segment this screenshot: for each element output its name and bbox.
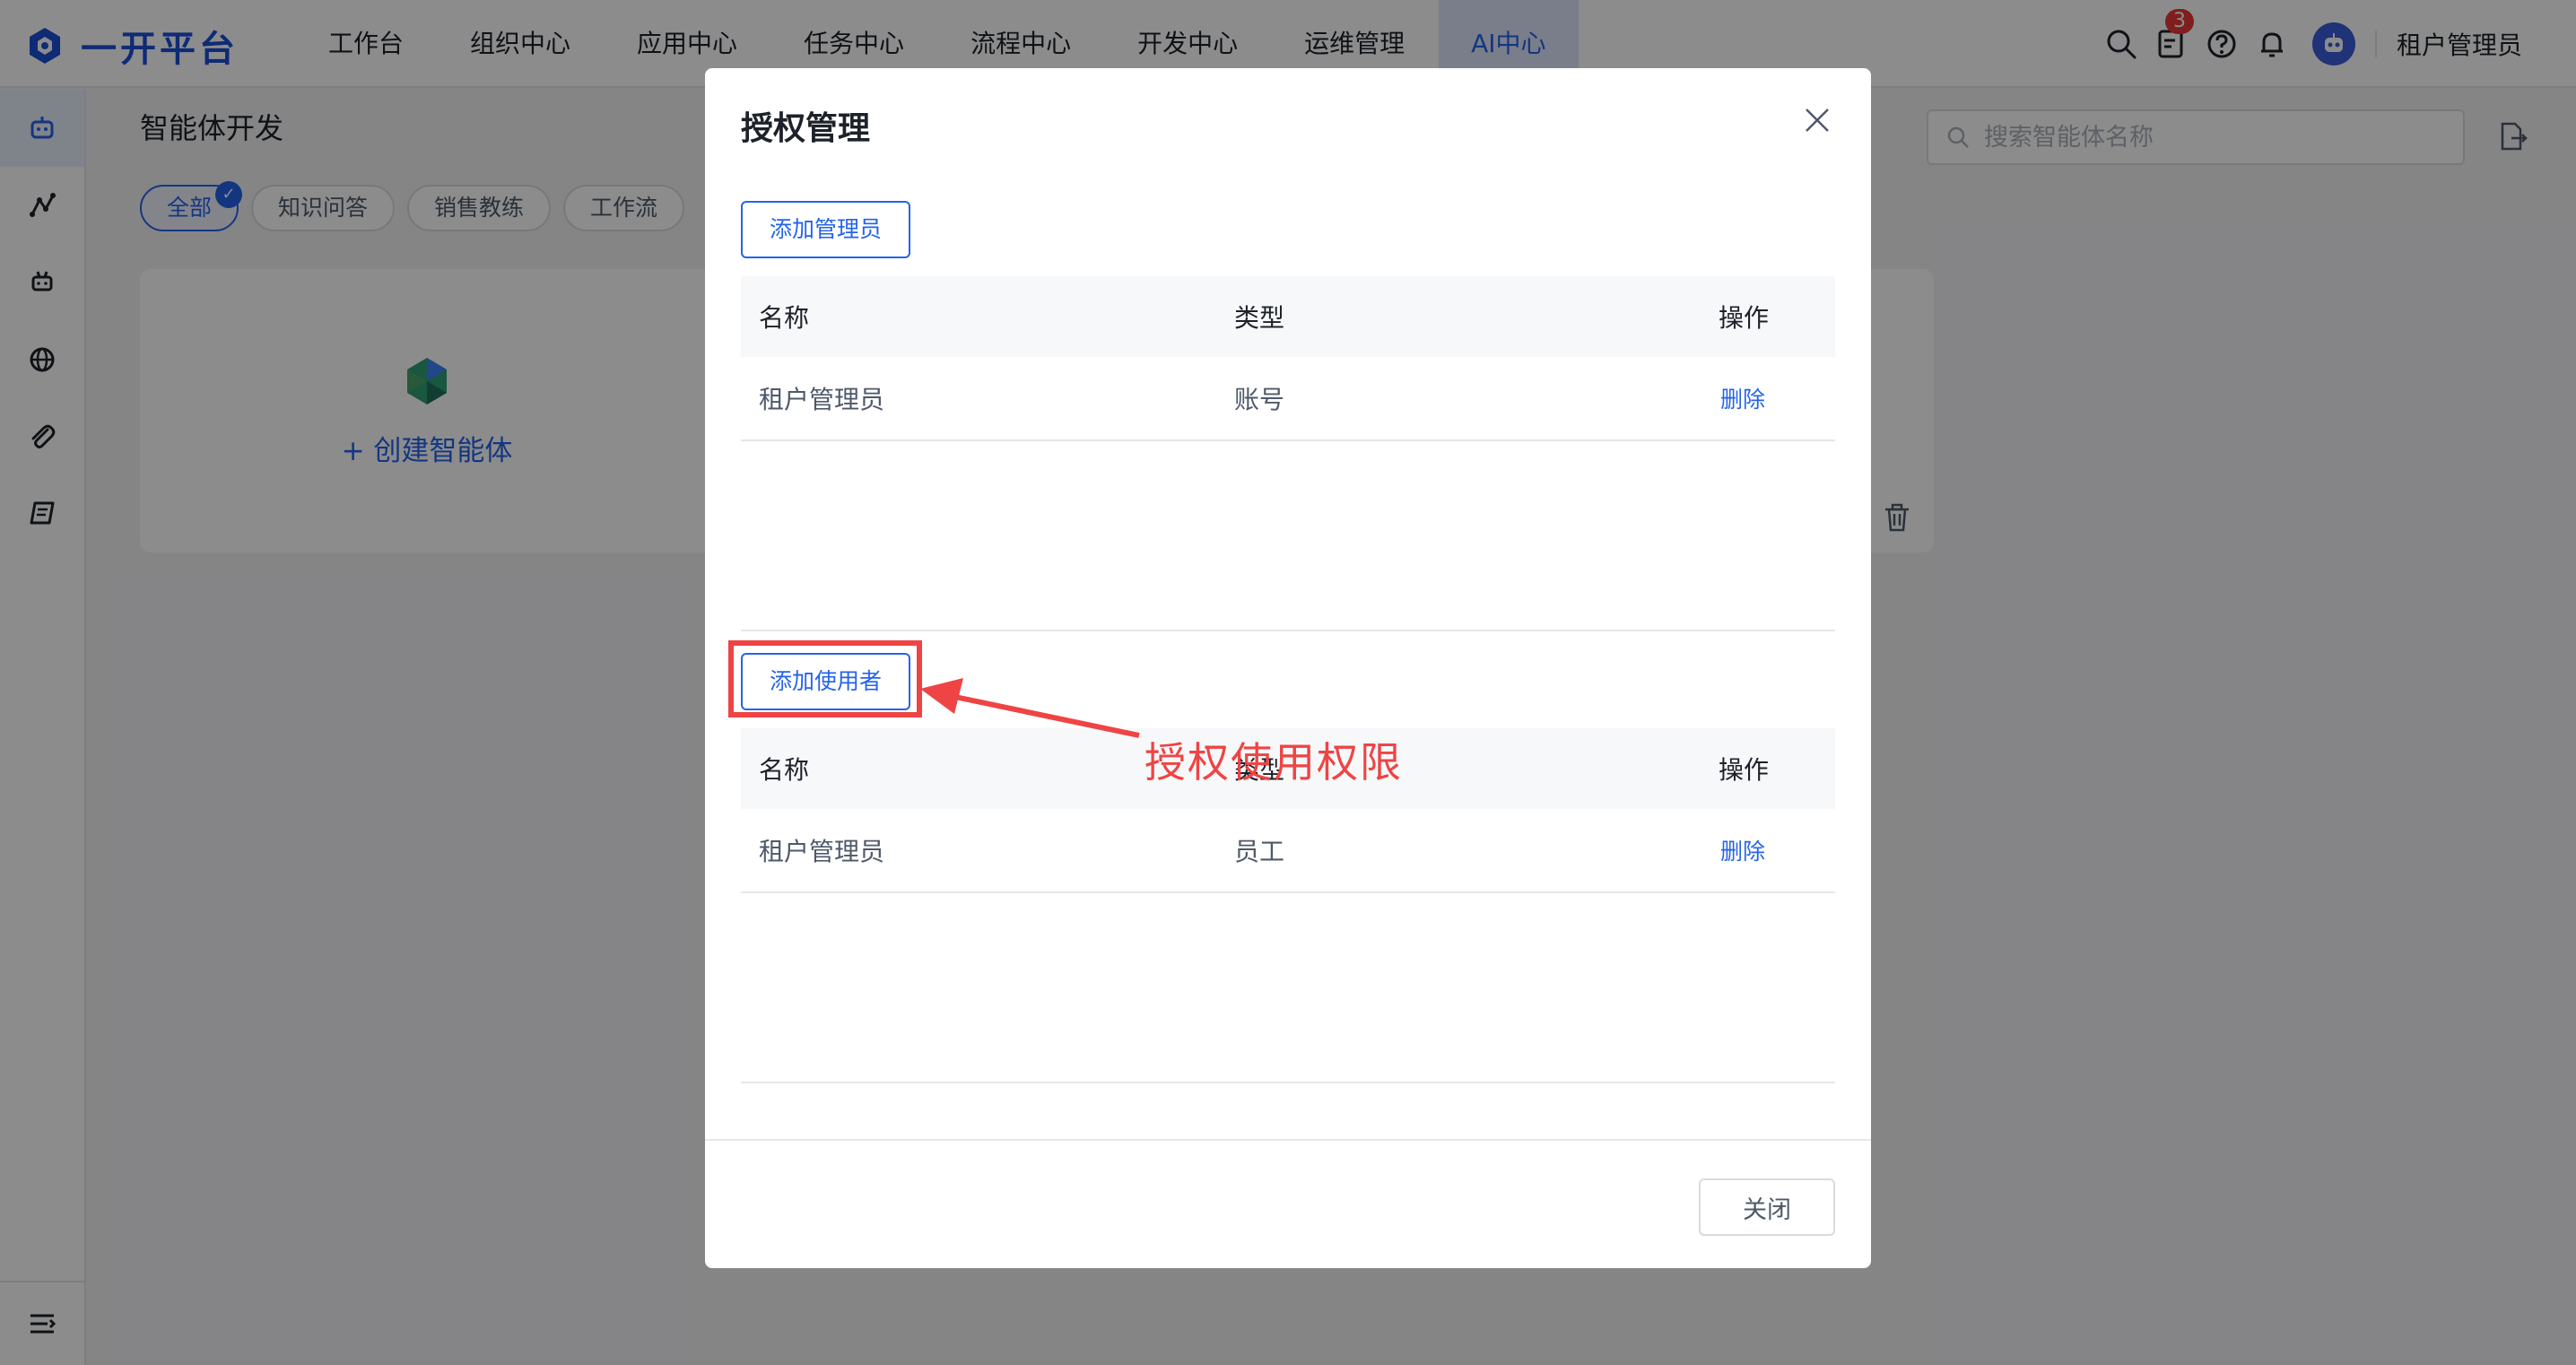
annotation-text: 授权使用权限 xyxy=(1144,738,1403,787)
table-empty-area xyxy=(741,441,1835,631)
header-op: 操作 xyxy=(1719,303,1770,333)
row-type: 员工 xyxy=(1234,837,1285,866)
table-row: 租户管理员 账号 删除 xyxy=(741,357,1835,441)
row-name: 租户管理员 xyxy=(759,385,885,414)
close-button[interactable]: 关闭 xyxy=(1699,1178,1835,1236)
admin-table: 名称 类型 操作 租户管理员 账号 删除 xyxy=(741,276,1835,631)
dialog-title: 授权管理 xyxy=(741,110,871,147)
header-name: 名称 xyxy=(759,303,810,333)
admin-table-header: 名称 类型 操作 xyxy=(741,276,1835,357)
add-admin-button[interactable]: 添加管理员 xyxy=(741,201,911,258)
delete-link[interactable]: 删除 xyxy=(1719,387,1765,413)
table-empty-area xyxy=(741,893,1835,1083)
delete-link[interactable]: 删除 xyxy=(1719,839,1765,865)
annotation-highlight-box xyxy=(728,640,922,717)
header-type: 类型 xyxy=(1234,303,1285,333)
annotation-arrow-icon xyxy=(920,678,1140,738)
header-op: 操作 xyxy=(1719,755,1770,785)
row-type: 账号 xyxy=(1234,385,1285,414)
close-icon[interactable] xyxy=(1799,102,1835,138)
table-row: 租户管理员 员工 删除 xyxy=(741,809,1835,893)
dialog-footer: 关闭 xyxy=(705,1139,1871,1268)
row-name: 租户管理员 xyxy=(759,837,885,866)
